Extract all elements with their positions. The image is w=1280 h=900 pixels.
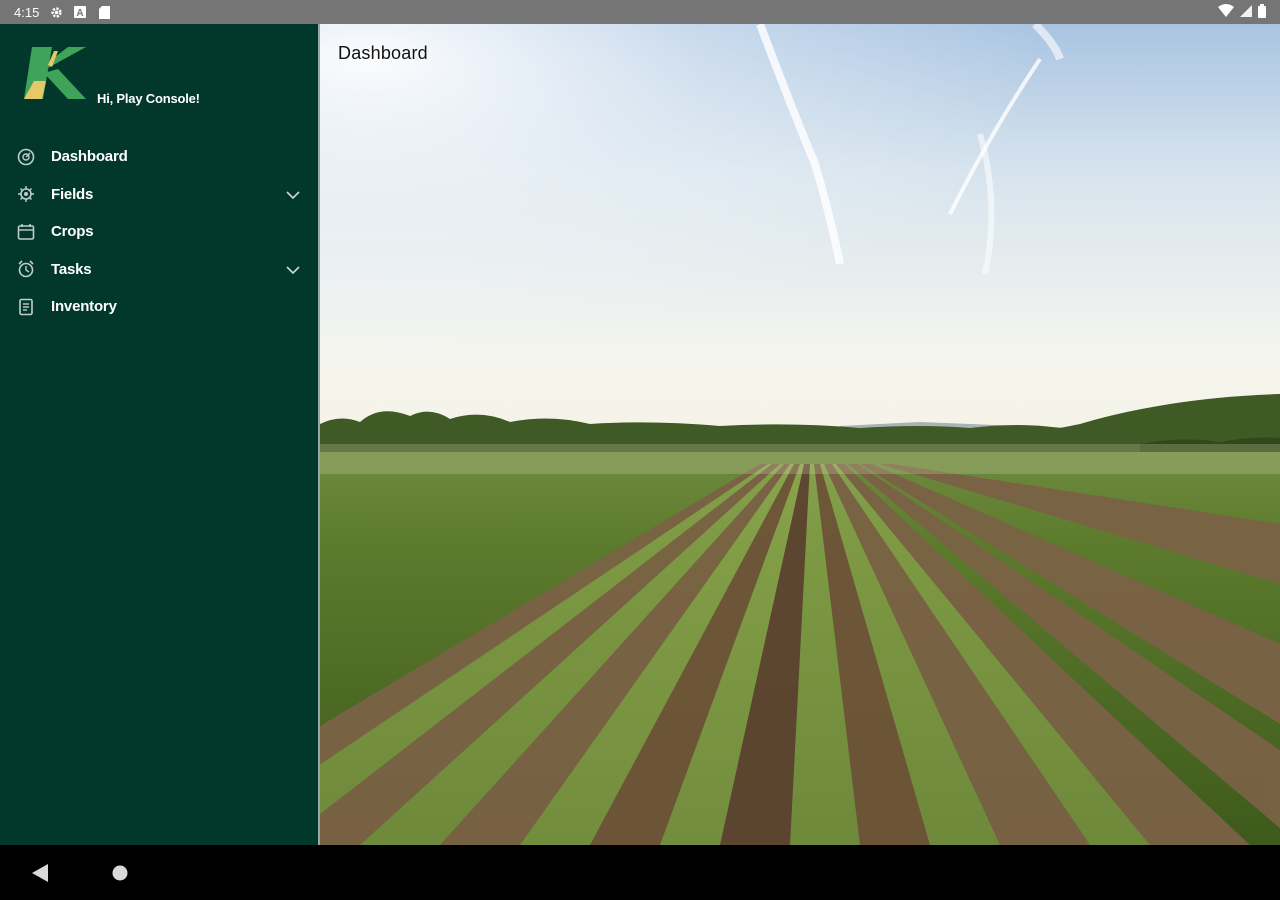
sd-card-icon (97, 5, 111, 19)
menu-item-label: Tasks (51, 260, 92, 278)
status-time: 4:15 (14, 4, 40, 20)
fields-icon (17, 185, 35, 203)
status-bar: 4:15 A (0, 0, 1280, 24)
greeting-text: Hi, Play Console! (97, 91, 200, 106)
app-logo (24, 47, 90, 101)
farm-field-photo (320, 24, 1280, 845)
status-right-icons (1218, 3, 1266, 21)
a-box-icon: A (73, 5, 87, 19)
menu-item-tasks[interactable]: Tasks (0, 251, 318, 289)
svg-text:A: A (77, 8, 84, 18)
page-title: Dashboard (338, 43, 428, 63)
menu-item-label: Inventory (51, 298, 117, 316)
system-nav-bar (0, 845, 1280, 900)
menu-item-dashboard[interactable]: Dashboard (0, 138, 318, 176)
main-content: Dashboard (318, 24, 1280, 845)
wifi-icon (1218, 4, 1234, 20)
tasks-icon (17, 260, 35, 278)
inventory-icon (17, 298, 35, 316)
menu-item-crops[interactable]: Crops (0, 213, 318, 251)
chevron-down-icon[interactable] (285, 187, 301, 203)
signal-icon (1240, 4, 1252, 20)
chevron-down-icon[interactable] (285, 262, 301, 278)
battery-icon (1258, 3, 1266, 21)
menu-item-inventory[interactable]: Inventory (0, 288, 318, 326)
dashboard-icon (17, 148, 35, 166)
crops-icon (17, 223, 35, 241)
menu-item-label: Crops (51, 223, 94, 241)
navigation-drawer: Hi, Play Console! Dashboard Fields Crops (0, 24, 318, 845)
menu-item-fields[interactable]: Fields (0, 176, 318, 214)
home-icon[interactable] (112, 865, 128, 881)
back-icon[interactable] (32, 864, 48, 882)
drawer-menu: Dashboard Fields Crops Tasks Inventory (0, 138, 318, 326)
menu-item-label: Fields (51, 185, 94, 203)
settings-icon (49, 5, 63, 19)
menu-item-label: Dashboard (51, 148, 128, 166)
